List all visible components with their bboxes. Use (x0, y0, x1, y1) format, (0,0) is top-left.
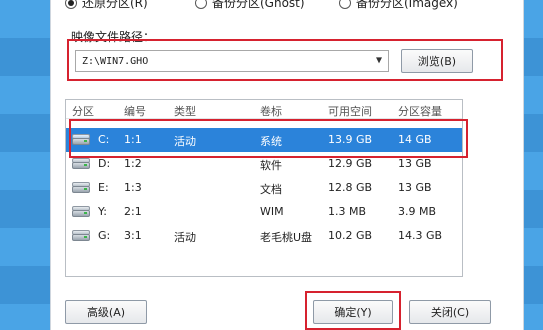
cell-label: 老毛桃U盘 (260, 231, 313, 244)
cell-capacity: 13 GB (398, 181, 432, 194)
desktop-background-right (522, 0, 543, 330)
highlight-partition-row (69, 119, 468, 158)
cell-label: 文档 (260, 183, 282, 196)
cell-number: 1:2 (124, 157, 142, 170)
cell-capacity: 13 GB (398, 157, 432, 170)
cell-free: 12.9 GB (328, 157, 373, 170)
cell-label: WIM (260, 205, 284, 218)
column-header-number: 编号 (124, 105, 146, 118)
hard-drive-icon (72, 206, 90, 217)
cell-label: 软件 (260, 159, 282, 172)
radio-backup-ghost-label: 备份分区(Ghost) (212, 0, 305, 10)
column-header-free: 可用空间 (328, 105, 372, 118)
cell-drive: G: (98, 229, 111, 242)
table-row[interactable]: G: 3:1 活动 老毛桃U盘 10.2 GB 14.3 GB (66, 224, 462, 248)
cell-free: 10.2 GB (328, 229, 373, 242)
cell-drive: D: (98, 157, 111, 170)
radio-dot-icon (65, 0, 77, 9)
cell-number: 1:3 (124, 181, 142, 194)
desktop-background-left (0, 0, 50, 330)
radio-dot-icon (195, 0, 207, 9)
advanced-button[interactable]: 高级(A) (65, 300, 147, 324)
radio-backup-ghost[interactable]: 备份分区(Ghost) (195, 0, 305, 11)
browse-button[interactable]: 浏览(B) (401, 49, 473, 73)
radio-dot-icon (339, 0, 351, 9)
cell-capacity: 3.9 MB (398, 205, 437, 218)
cell-drive: E: (98, 181, 109, 194)
ghost-dialog: 还原分区(R) 备份分区(Ghost) 备份分区(Imagex) 映像文件路径：… (50, 0, 524, 330)
hard-drive-icon (72, 182, 90, 193)
radio-backup-imagex[interactable]: 备份分区(Imagex) (339, 0, 458, 11)
hard-drive-icon (72, 158, 90, 169)
cell-free: 12.8 GB (328, 181, 373, 194)
radio-restore[interactable]: 还原分区(R) (65, 0, 148, 11)
table-header: 分区 编号 类型 卷标 可用空间 分区容量 (66, 100, 462, 119)
ok-button[interactable]: 确定(Y) (313, 300, 393, 324)
cell-type: 活动 (174, 231, 196, 244)
column-header-type: 类型 (174, 105, 196, 118)
cell-number: 2:1 (124, 205, 142, 218)
cell-free: 1.3 MB (328, 205, 367, 218)
close-button[interactable]: 关闭(C) (409, 300, 491, 324)
cell-capacity: 14.3 GB (398, 229, 443, 242)
table-row[interactable]: E: 1:3 文档 12.8 GB 13 GB (66, 176, 462, 200)
table-row[interactable]: Y: 2:1 WIM 1.3 MB 3.9 MB (66, 200, 462, 224)
column-header-partition: 分区 (72, 105, 94, 118)
column-header-capacity: 分区容量 (398, 105, 442, 118)
usb-drive-icon (72, 230, 90, 241)
radio-backup-imagex-label: 备份分区(Imagex) (356, 0, 458, 10)
cell-number: 3:1 (124, 229, 142, 242)
image-path-combobox[interactable]: Z:\WIN7.GHO ▼ (75, 50, 389, 72)
chevron-down-icon[interactable]: ▼ (376, 55, 382, 66)
image-path-value: Z:\WIN7.GHO (82, 55, 149, 67)
cell-drive: Y: (98, 205, 107, 218)
mode-radio-group: 还原分区(R) 备份分区(Ghost) 备份分区(Imagex) (63, 0, 523, 12)
radio-restore-label: 还原分区(R) (82, 0, 148, 10)
column-header-label: 卷标 (260, 105, 282, 118)
